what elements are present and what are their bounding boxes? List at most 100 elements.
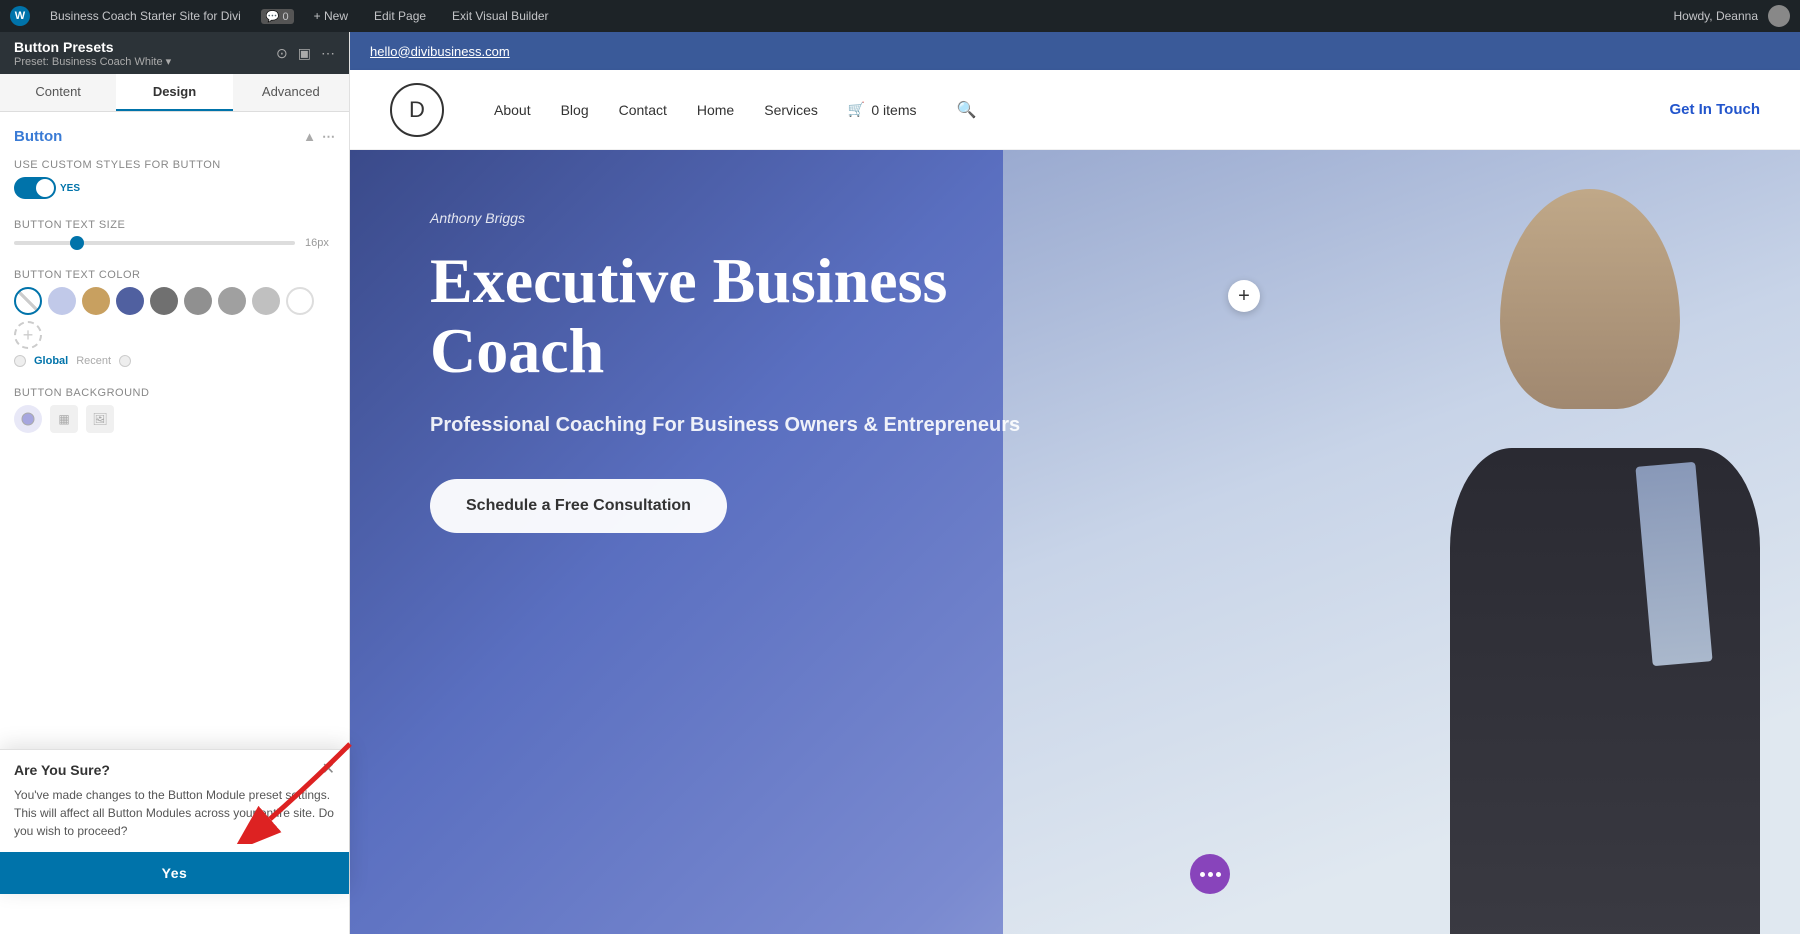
text-size-field: Button Text Size 16px [14,219,335,249]
text-color-field: Button Text Color + Global Recent [14,269,335,367]
custom-styles-toggle[interactable] [14,177,56,199]
panel-header: Button Presets Preset: Business Coach Wh… [0,32,349,74]
dots-inner [1200,872,1221,877]
admin-bar-left: W Business Coach Starter Site for Divi 💬… [10,6,1662,26]
toggle-container: YES [14,177,335,199]
nav-blog[interactable]: Blog [561,102,589,118]
new-link[interactable]: + New [308,7,354,25]
slider-container: 16px [14,237,335,249]
text-color-swatches: + [14,287,335,349]
section-title: Button ▲ ⋯ [14,128,335,145]
admin-bar: W Business Coach Starter Site for Divi 💬… [0,0,1800,32]
color-swatch-blue-light[interactable] [48,287,76,315]
color-swatch-gray-dark[interactable] [150,287,178,315]
tab-content[interactable]: Content [0,74,116,111]
person-body [1450,448,1760,934]
color-swatch-white[interactable] [286,287,314,315]
email-bar: hello@divibusiness.com [350,32,1800,70]
custom-styles-field: Use Custom Styles For Button YES [14,159,335,199]
hero-subtitle: Professional Coaching For Business Owner… [430,411,1030,439]
hero-section: Anthony Briggs Executive Business Coach … [350,150,1800,934]
confirm-dialog: Are You Sure? ✕ You've made changes to t… [0,749,349,894]
confirm-body: You've made changes to the Button Module… [0,786,349,852]
slider-track [14,241,295,245]
section-more-icon[interactable]: ⋯ [322,129,335,145]
color-swatch-silver[interactable] [252,287,280,315]
more-icon[interactable]: ⋯ [321,45,335,62]
confirm-title: Are You Sure? [14,762,110,778]
tab-design[interactable]: Design [116,74,232,111]
recent-dot[interactable] [119,355,131,367]
save-recent-label[interactable]: Recent [76,355,111,367]
settings-icon[interactable]: ⊙ [276,45,288,62]
color-swatch-gold[interactable] [82,287,110,315]
text-color-label: Button Text Color [14,269,335,281]
dot-3 [1216,872,1221,877]
bg-gradient-option[interactable]: ▦ [50,405,78,433]
cart-icon: 🛒 [848,101,865,118]
bg-image-option[interactable]: 🖼 [86,405,114,433]
comment-icon[interactable]: 💬 0 [261,9,294,24]
cta-button[interactable]: Schedule a Free Consultation [430,479,727,533]
site-name-link[interactable]: Business Coach Starter Site for Divi [44,7,247,25]
save-global-label[interactable]: Global [34,355,68,367]
saved-dot[interactable] [14,355,26,367]
color-swatch-add[interactable]: + [14,321,42,349]
admin-bar-right: Howdy, Deanna [1674,5,1791,27]
color-swatch-none[interactable] [14,287,42,315]
bg-color-icon[interactable] [14,405,42,433]
site-nav: About Blog Contact Home Services 🛒 0 ite… [494,100,1669,120]
exit-builder-link[interactable]: Exit Visual Builder [446,7,555,25]
email-link[interactable]: hello@divibusiness.com [370,44,510,59]
panel-header-info: Button Presets Preset: Business Coach Wh… [14,39,171,68]
slider-value: 16px [305,237,335,249]
more-options-button[interactable] [1190,854,1230,894]
panel-preset[interactable]: Preset: Business Coach White ▾ [14,55,171,68]
bg-label: Button Background [14,387,335,399]
get-in-touch-link[interactable]: Get In Touch [1669,101,1760,118]
slider-thumb[interactable] [70,236,84,250]
nav-services[interactable]: Services [764,102,818,118]
bg-field: Button Background ▦ 🖼 [14,387,335,433]
nav-home[interactable]: Home [697,102,734,118]
add-element-button[interactable]: + [1228,280,1260,312]
color-swatch-blue-dark[interactable] [116,287,144,315]
nav-about[interactable]: About [494,102,531,118]
custom-styles-label: Use Custom Styles For Button [14,159,335,171]
collapse-icon[interactable]: ▲ [303,129,316,145]
site-header: D About Blog Contact Home Services 🛒 0 i… [350,70,1800,150]
cart-area[interactable]: 🛒 0 items [848,101,917,118]
wordpress-logo[interactable]: W [10,6,30,26]
avatar [1768,5,1790,27]
toggle-yes-label: YES [60,183,80,194]
color-swatch-gray-mid[interactable] [184,287,212,315]
tab-advanced[interactable]: Advanced [233,74,349,111]
dot-2 [1208,872,1213,877]
panel-title: Button Presets [14,39,171,55]
howdy-text: Howdy, Deanna [1674,9,1759,23]
save-row: Global Recent [14,355,335,367]
dot-1 [1200,872,1205,877]
cart-count: 0 items [871,102,916,118]
search-button[interactable]: 🔍 [956,100,976,120]
hero-content: Anthony Briggs Executive Business Coach … [430,210,1030,533]
confirm-close-button[interactable]: ✕ [322,762,335,778]
confirm-yes-button[interactable]: Yes [0,852,349,894]
panel-header-icons: ⊙ ▣ ⋯ [276,45,335,62]
layout-icon[interactable]: ▣ [298,45,311,62]
hero-author: Anthony Briggs [430,210,1030,226]
panel-tabs: Content Design Advanced [0,74,349,112]
hero-title: Executive Business Coach [430,246,1030,387]
nav-contact[interactable]: Contact [619,102,667,118]
text-size-label: Button Text Size [14,219,335,231]
site-logo: D [390,83,444,137]
edit-page-link[interactable]: Edit Page [368,7,432,25]
bg-options: ▦ 🖼 [14,405,335,433]
left-panel: Button Presets Preset: Business Coach Wh… [0,32,350,934]
confirm-header: Are You Sure? ✕ [0,750,349,786]
main-layout: Button Presets Preset: Business Coach Wh… [0,32,1800,934]
color-swatch-gray-light[interactable] [218,287,246,315]
right-content: hello@divibusiness.com D About Blog Cont… [350,32,1800,934]
hero-person-image [1003,150,1800,934]
section-collapse-icons: ▲ ⋯ [303,129,335,145]
